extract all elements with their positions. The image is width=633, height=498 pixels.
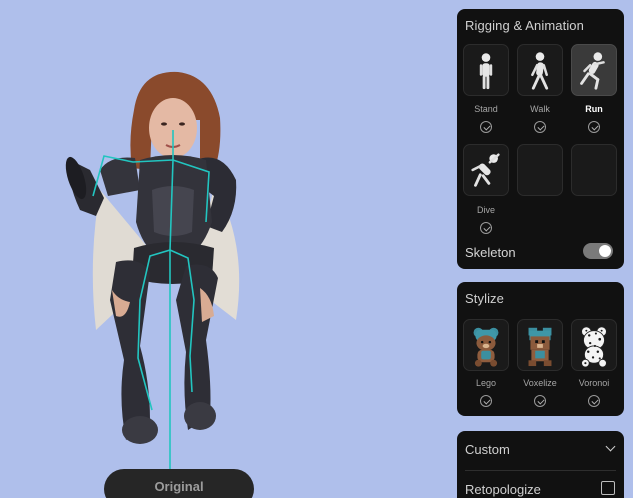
view-mode-button[interactable]: Original [104,469,254,498]
walk-check-icon [534,121,546,133]
voronoi-bear-icon [581,326,607,368]
model-viewport[interactable]: Original [0,0,450,498]
lego-bear-icon [473,327,499,367]
animation-label-run: Run [585,104,603,114]
voronoi-check-icon [588,395,600,407]
stylize-label-voxelize: Voxelize [523,378,557,388]
animation-option-walk[interactable] [517,44,563,96]
animation-option-stand[interactable] [463,44,509,96]
retopologize-checkbox[interactable] [601,481,615,495]
panel-title: Rigging & Animation [465,18,584,33]
retopologize-label: Retopologize [465,482,541,497]
animation-slot-empty [517,144,563,196]
dive-figure-icon [471,153,500,187]
animation-label-dive: Dive [476,205,495,215]
stylize-option-voronoi[interactable] [571,319,617,371]
animation-option-dive[interactable] [463,144,509,196]
stand-figure-icon [479,53,493,90]
voxelize-check-icon [534,395,546,407]
run-check-icon [588,121,600,133]
stylize-panel: Stylize Lego Voxelize Voronoi [457,282,624,416]
stylize-label-voronoi: Voronoi [578,378,610,388]
custom-panel: Custom Retopologize [457,431,624,498]
voxel-bear-icon [528,327,552,367]
toggle-knob [599,245,611,257]
run-figure-icon [580,52,605,90]
skeleton-label: Skeleton [465,245,516,260]
animation-slot-empty [571,144,617,196]
character-model [65,71,240,470]
stylize-label-lego: Lego [475,378,497,388]
chevron-down-icon[interactable] [605,441,616,452]
custom-section-header[interactable]: Custom [465,442,510,457]
panel-title: Stylize [465,291,504,306]
rigging-animation-panel: Rigging & Animation Stand Walk Run Dive … [457,9,624,269]
stylize-option-lego[interactable] [463,319,509,371]
animation-label-walk: Walk [530,104,550,114]
stand-check-icon [480,121,492,133]
skeleton-toggle[interactable] [583,243,613,259]
walk-figure-icon [531,52,549,90]
animation-label-stand: Stand [474,104,498,114]
animation-option-run[interactable] [571,44,617,96]
dive-check-icon [480,222,492,234]
divider [465,470,616,471]
stylize-option-voxelize[interactable] [517,319,563,371]
lego-check-icon [480,395,492,407]
